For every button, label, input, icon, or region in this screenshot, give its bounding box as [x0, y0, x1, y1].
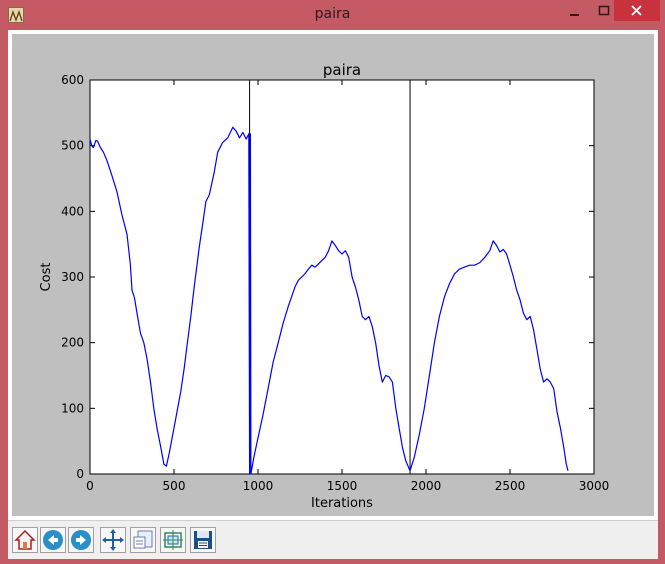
plot-area — [89, 79, 595, 475]
y-tick-label: 100 — [61, 401, 84, 415]
x-tick-label: 2000 — [411, 479, 442, 493]
zoom-rect-icon — [133, 530, 153, 549]
close-button[interactable] — [614, 0, 660, 21]
save-button[interactable] — [190, 527, 216, 553]
chart-title: paira — [323, 61, 361, 79]
title-bar[interactable]: paira — [0, 0, 665, 30]
x-tick-label: 2500 — [495, 479, 526, 493]
pan-button[interactable] — [100, 527, 126, 553]
subplots-icon — [163, 530, 183, 550]
home-icon — [14, 529, 36, 550]
y-tick-label: 400 — [61, 204, 84, 218]
zoom-button[interactable] — [130, 527, 156, 553]
x-tick-label: 3000 — [579, 479, 610, 493]
chart-svg: 0 500 1000 1500 2000 2500 3000 0 100 200 300 400 500… — [39, 61, 610, 511]
y-tick-label: 300 — [61, 270, 84, 284]
chart-canvas[interactable]: 0 500 1000 1500 2000 2500 3000 0 100 200 300 400 500… — [12, 34, 654, 516]
toolbar — [8, 520, 658, 559]
chart: 0 500 1000 1500 2000 2500 3000 0 100 200 300 400 500… — [12, 34, 654, 520]
y-tick-label: 200 — [61, 336, 84, 350]
minimize-button[interactable] — [560, 0, 588, 21]
y-axis-label: Cost — [39, 263, 54, 292]
x-tick-label: 1500 — [327, 479, 358, 493]
move-arrows-icon — [102, 529, 124, 551]
x-tick-label: 1000 — [243, 479, 274, 493]
figure-frame: 0 500 1000 1500 2000 2500 3000 0 100 200 300 400 500… — [8, 30, 658, 520]
forward-button[interactable] — [68, 527, 94, 553]
configure-subplots-button[interactable] — [160, 527, 186, 553]
floppy-disk-icon — [194, 531, 212, 549]
x-tick-label: 500 — [163, 479, 186, 493]
home-button[interactable] — [12, 527, 38, 553]
x-axis-label: Iterations — [311, 496, 373, 511]
forward-arrow-icon — [71, 530, 91, 550]
minimize-icon — [570, 14, 579, 16]
back-arrow-icon — [43, 530, 63, 550]
y-tick-label: 0 — [76, 467, 84, 481]
y-tick-label: 500 — [61, 139, 84, 153]
back-button[interactable] — [40, 527, 66, 553]
x-tick-label: 0 — [86, 479, 94, 493]
close-icon — [631, 5, 642, 16]
y-tick-label: 600 — [61, 73, 84, 87]
